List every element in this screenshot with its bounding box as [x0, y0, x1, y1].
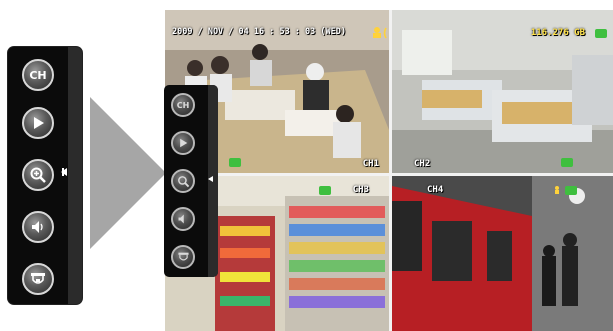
speaker-icon — [178, 214, 184, 224]
speaker-icon — [32, 221, 43, 233]
channel-label-ch2: CH2 — [414, 159, 431, 169]
overlay-ptz-button[interactable] — [171, 245, 195, 269]
ch4-status-icons — [555, 186, 577, 195]
hdd-free-space: 116.276 GB — [530, 28, 585, 38]
motion-icon — [555, 186, 559, 194]
channel-label-ch1: CH1 — [362, 159, 379, 169]
quick-menu-toolbar: CH — [8, 47, 82, 304]
ptz-button[interactable] — [22, 263, 54, 295]
camera-view-ch4[interactable]: CH4 — [392, 176, 613, 331]
overlay-collapse-arrow-icon[interactable] — [208, 176, 213, 182]
channel-label-ch3: CH3 — [352, 185, 369, 195]
overlay-channel-label: CH — [176, 100, 190, 110]
zoom-button[interactable] — [22, 159, 54, 191]
channel-button-label: CH — [29, 68, 47, 82]
audio-button[interactable] — [22, 211, 54, 243]
play-icon — [34, 117, 44, 129]
ch4-scene — [392, 176, 613, 331]
overlay-channel-button[interactable]: CH — [171, 93, 195, 117]
play-button[interactable] — [22, 107, 54, 139]
zoom-in-icon — [30, 167, 46, 183]
ptz-camera-icon — [177, 252, 189, 261]
user-icon — [373, 27, 381, 38]
record-status-icon — [565, 186, 577, 195]
osd-datetime: 2009 / NOV / 04 16 : 53 : 03 (WED) — [172, 27, 346, 37]
collapse-arrow-icon[interactable] — [61, 168, 67, 176]
channel-label-ch4: CH4 — [427, 185, 444, 195]
hdd-icon — [595, 29, 607, 38]
ptz-camera-icon — [31, 273, 45, 284]
overlay-audio-button[interactable] — [171, 207, 195, 231]
live-view-grid: 2009 / NOV / 04 16 : 53 : 03 (WED) CH1 1… — [165, 10, 613, 331]
channel-button[interactable]: CH — [22, 59, 54, 91]
zoom-in-icon — [177, 175, 189, 187]
overlay-zoom-button[interactable] — [171, 169, 195, 193]
toolbar-handle[interactable] — [68, 47, 82, 304]
overlay-play-button[interactable] — [171, 131, 195, 155]
record-status-icon — [561, 158, 573, 167]
record-status-icon — [229, 158, 241, 167]
callout-pointer — [90, 97, 166, 249]
record-status-icon — [319, 186, 331, 195]
camera-view-ch2[interactable]: 116.276 GB CH2 — [392, 10, 613, 173]
play-icon — [180, 138, 188, 148]
